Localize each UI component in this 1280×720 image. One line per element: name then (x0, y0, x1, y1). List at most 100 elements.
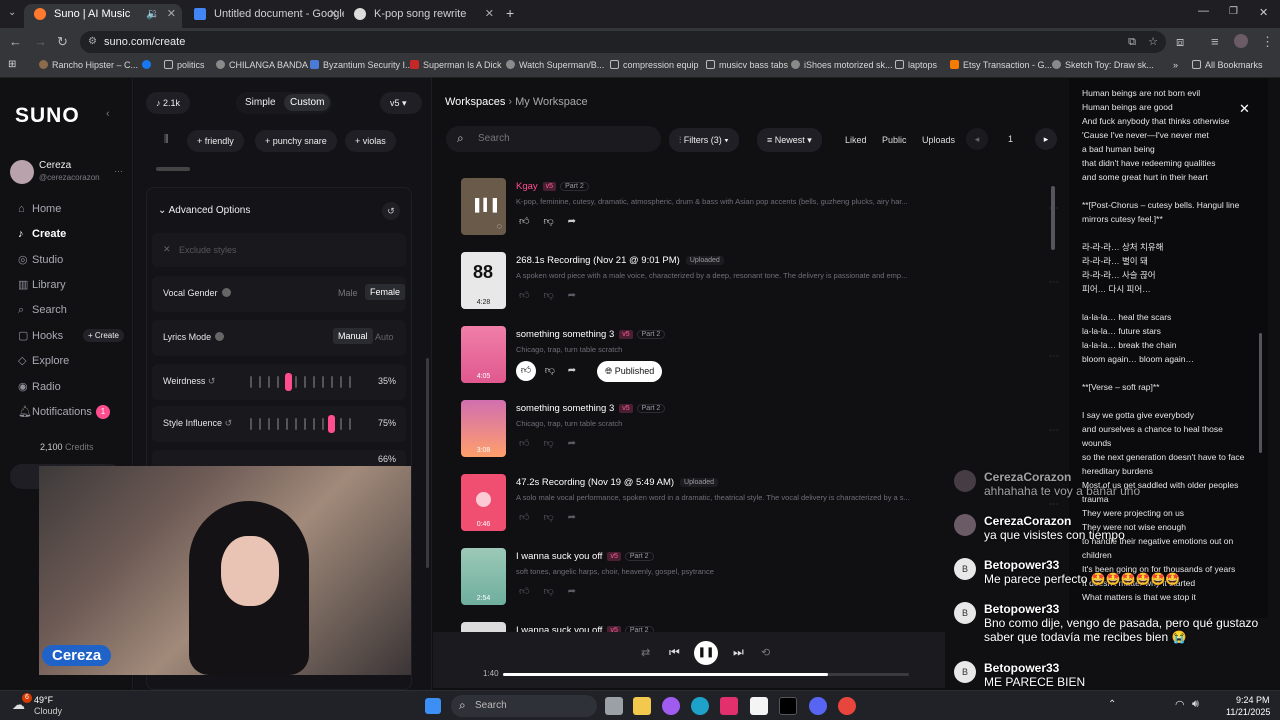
bookmarks-overflow-icon[interactable]: » (1173, 60, 1178, 70)
suno-logo[interactable]: SUNO (15, 104, 80, 128)
reset-icon[interactable]: ↺ (382, 202, 400, 220)
tags-scrollbar[interactable] (156, 167, 190, 171)
published-badge[interactable]: 🌐︎ Published (597, 361, 663, 382)
instagram-icon[interactable] (720, 697, 738, 715)
tray-overflow-icon[interactable]: ⌃ (1108, 699, 1116, 710)
sidebar-item-create[interactable]: ♪ Create (18, 228, 66, 240)
track-list-scrollbar[interactable] (1051, 186, 1055, 250)
share-icon[interactable]: ➦ (568, 365, 576, 376)
sidebar-item-studio[interactable]: ◎ Studio (18, 253, 63, 266)
tag-chip[interactable]: + punchy snare (255, 130, 337, 152)
bookmark-item[interactable]: compression equip (610, 60, 699, 70)
pause-button[interactable]: ❚❚ (694, 641, 718, 665)
bookmark-item[interactable]: Watch Superman/B... (506, 60, 604, 70)
close-tab-icon[interactable]: ✕ (485, 4, 494, 24)
thumbs-up-icon[interactable]: 👍︎ (519, 290, 543, 301)
extensions-icon[interactable]: ⧈ (1176, 34, 1184, 50)
clock-date[interactable]: 11/21/2025 (1226, 707, 1270, 717)
search-input[interactable]: ⌕ Search (446, 126, 661, 152)
thumbs-down-icon[interactable]: 👎︎ (543, 586, 567, 597)
filter-uploads[interactable]: Uploads (922, 135, 955, 145)
tab-suno[interactable]: Suno | AI Music 🔉 ✕ (24, 4, 182, 28)
thumbs-down-icon[interactable]: 👎︎ (543, 512, 567, 523)
sidebar-item-hooks[interactable]: ▢ Hooks (18, 329, 63, 342)
bookmark-item[interactable]: Sketch Toy: Draw sk... (1052, 60, 1154, 70)
hooks-create-button[interactable]: + Create (83, 329, 124, 342)
bookmark-item[interactable] (142, 60, 155, 70)
more-options-icon[interactable]: ⋯ (1049, 277, 1059, 288)
track-thumbnail[interactable]: ▌▍▌ ◌ (461, 178, 506, 235)
thumbs-up-icon[interactable]: 👍︎ (519, 512, 543, 523)
share-icon[interactable]: ➦ (568, 216, 590, 227)
progress-track[interactable] (503, 673, 909, 676)
track-thumbnail[interactable]: 0:46 (461, 474, 506, 531)
next-icon[interactable]: ⏭ (733, 645, 744, 660)
thumbs-up-icon[interactable]: 👍︎ (516, 361, 536, 381)
wifi-icon[interactable]: ◠ (1175, 698, 1185, 711)
track-thumbnail[interactable]: 3:08 (461, 400, 506, 457)
forward-icon[interactable]: → (34, 34, 47, 49)
share-icon[interactable]: ➦ (568, 438, 590, 449)
bookmark-item[interactable]: laptops (895, 60, 937, 70)
weirdness-slider[interactable] (250, 373, 358, 391)
volume-icon[interactable]: 🔊︎ (1192, 698, 1199, 711)
more-options-icon[interactable]: ⋯ (1049, 351, 1059, 362)
thumbs-down-icon[interactable]: 👎︎ (543, 438, 567, 449)
reload-icon[interactable]: ↻ (57, 34, 68, 50)
filter-liked[interactable]: Liked (845, 135, 867, 145)
profile-avatar[interactable] (1234, 34, 1248, 48)
thumbs-up-icon[interactable]: 👍︎ (519, 586, 543, 597)
close-tab-icon[interactable]: ✕ (329, 4, 338, 24)
discord-icon[interactable] (809, 697, 827, 715)
bookmark-star-icon[interactable]: ☆ (1148, 31, 1158, 53)
bookmark-item[interactable]: Superman Is A Dick (410, 60, 502, 70)
chrome-icon[interactable] (838, 697, 856, 715)
bookmark-item[interactable]: musicv bass tabs (706, 60, 788, 70)
lyrics-auto-button[interactable]: Auto (375, 332, 394, 342)
speaker-icon[interactable]: 🔉 (146, 4, 160, 24)
sidebar-item-notifications[interactable]: 🔔︎Notifications (18, 405, 92, 418)
amazon-icon[interactable] (750, 697, 768, 715)
sidebar-item-home[interactable]: ⌂ Home (18, 203, 61, 215)
close-tab-icon[interactable]: ✕ (167, 4, 176, 24)
x-icon[interactable] (779, 697, 797, 715)
site-info-icon[interactable]: ⚙ (88, 31, 97, 53)
minimize-icon[interactable]: — (1198, 5, 1209, 17)
filters-button[interactable]: ⫶ Filters (3) ▾ (669, 128, 739, 152)
repeat-icon[interactable]: ⟲ (761, 646, 770, 659)
user-menu-icon[interactable]: ⋯ (114, 166, 123, 177)
new-tab-icon[interactable]: + (506, 5, 514, 21)
bookmark-item[interactable]: iShoes motorized sk... (791, 60, 893, 70)
mode-custom-button[interactable]: Custom (284, 94, 331, 111)
clock-time[interactable]: 9:24 PM (1236, 695, 1270, 705)
filter-public[interactable]: Public (882, 135, 907, 145)
copilot-icon[interactable] (662, 697, 680, 715)
menu-icon[interactable]: ⋮ (1261, 34, 1274, 50)
thumbs-down-icon[interactable]: 👎︎ (543, 290, 567, 301)
tag-chip[interactable]: + violas (345, 130, 396, 152)
breadcrumb-my-workspace[interactable]: My Workspace (515, 96, 588, 108)
more-options-icon[interactable]: ⋯ (1049, 425, 1059, 436)
taskbar-search[interactable]: ⌕ Search (451, 695, 597, 717)
vocal-female-button[interactable]: Female (365, 284, 406, 300)
sidebar-item-library[interactable]: ▥ Library (18, 278, 66, 291)
more-options-icon[interactable]: ⋯ (1049, 499, 1059, 510)
sort-button[interactable]: ≡ Newest ▾ (757, 128, 822, 152)
credits-chip[interactable]: ♪ 2.1k (146, 92, 191, 114)
track-row[interactable]: 4:05 something something 3 v5 Part 2 Chica… (461, 326, 1061, 396)
slider-thumb[interactable] (284, 373, 292, 391)
breadcrumb-workspaces[interactable]: Workspaces (445, 96, 505, 108)
bookmark-item[interactable]: Rancho Hipster – C... (39, 60, 138, 70)
edge-icon[interactable] (691, 697, 709, 715)
track-thumbnail[interactable]: 4:05 (461, 326, 506, 383)
version-select[interactable]: v5 ▾ (380, 92, 422, 114)
track-thumbnail[interactable]: 88 4:28 (461, 252, 506, 309)
tab-search-chevron-icon[interactable]: ⌄ (8, 7, 16, 18)
media-icon[interactable]: ≡ (1211, 34, 1219, 49)
exclude-styles-field[interactable]: ✕ Exclude styles (152, 233, 406, 267)
track-row[interactable]: ▌▍▌ ◌ Kgay v5 Part 2 K-pop, feminine, cutes… (461, 178, 1061, 248)
share-icon[interactable]: ➦ (568, 512, 590, 523)
thumbs-down-icon[interactable]: 👎︎ (543, 216, 567, 227)
sidebar-item-explore[interactable]: ◇ Explore (18, 354, 69, 367)
slider-thumb[interactable] (328, 415, 335, 433)
